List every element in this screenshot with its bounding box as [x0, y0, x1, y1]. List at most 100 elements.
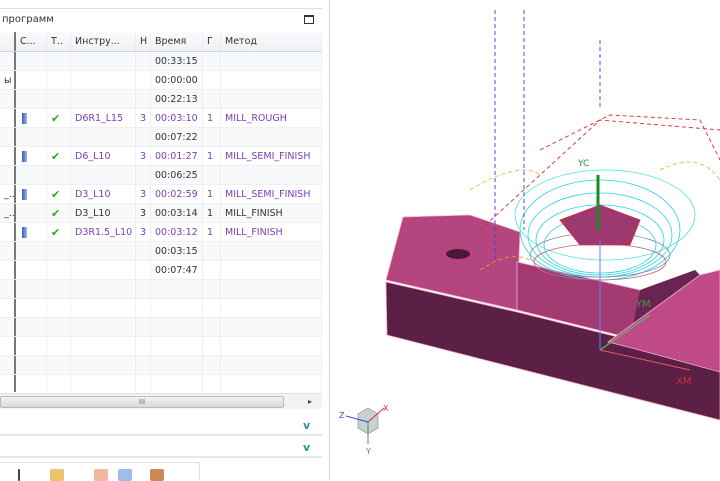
tool-status-cell — [16, 204, 47, 222]
table-row[interactable]: _... ✔ D3_L10300:03:141MILL_FINISH — [0, 204, 322, 223]
empty-cell — [136, 280, 151, 298]
geometry-icon[interactable] — [94, 469, 108, 481]
time-cell: 00:22:13 — [151, 90, 203, 108]
tool-name-cell — [71, 90, 136, 108]
column-header[interactable]: Метод — [221, 32, 322, 51]
tool-number-cell — [136, 71, 151, 89]
g-value-cell: 1 — [203, 185, 221, 203]
g-value-cell: 1 — [203, 147, 221, 165]
method-cell: MILL_FINISH — [221, 204, 322, 222]
column-header[interactable]: Т.. — [47, 32, 71, 51]
operation-name-cell — [0, 52, 16, 70]
tool-icon — [22, 189, 27, 200]
toolpath-status-cell — [47, 128, 71, 146]
tool-status-cell — [16, 128, 47, 146]
time-cell: 00:00:00 — [151, 71, 203, 89]
column-header[interactable]: Инстру... — [71, 32, 136, 51]
empty-cell — [136, 375, 151, 392]
empty-cell — [16, 299, 47, 317]
operation-name-cell — [0, 166, 16, 184]
scrollbar-thumb[interactable]: III — [0, 396, 284, 408]
scroll-right-arrow-icon[interactable]: ▸ — [308, 397, 312, 406]
tool-number-cell — [136, 90, 151, 108]
operation-name-cell — [0, 147, 16, 165]
table-row[interactable]: 00:22:13 — [0, 90, 322, 109]
method-cell: MILL_ROUGH — [221, 109, 322, 127]
g-value-cell: 1 — [203, 109, 221, 127]
g-value-cell — [203, 71, 221, 89]
table-row[interactable]: 00:33:15 — [0, 52, 322, 71]
method-cell — [221, 52, 322, 70]
empty-cell — [203, 280, 221, 298]
empty-cell — [151, 375, 203, 392]
horizontal-scrollbar[interactable]: III ▸ — [0, 393, 322, 409]
yc-label: YC — [577, 159, 589, 169]
tool-status-cell — [16, 90, 47, 108]
method-cell — [221, 242, 322, 260]
toolpath-status-cell: ✔ — [47, 185, 71, 203]
tool-number-cell — [136, 128, 151, 146]
collapsed-section-1[interactable]: v — [0, 417, 322, 436]
time-cell: 00:07:47 — [151, 261, 203, 279]
time-cell: 00:02:59 — [151, 185, 203, 203]
time-cell: 00:03:15 — [151, 242, 203, 260]
tool-icon[interactable] — [50, 469, 64, 481]
table-row[interactable]: ✔ D6R1_L15 3 00:03:10 1 MILL_ROUGH — [0, 109, 322, 128]
table-row[interactable]: _... ✔ D3_L10300:02:591MILL_SEMI_FINISH — [0, 185, 322, 204]
collapsed-section-2[interactable]: v — [0, 439, 322, 458]
table-row[interactable]: ы 00:00:00 — [0, 71, 322, 90]
empty-cell — [71, 375, 136, 392]
column-header[interactable] — [0, 32, 16, 51]
empty-cell — [151, 299, 203, 317]
tool-number-cell: 3 — [136, 109, 151, 127]
time-cell: 00:06:25 — [151, 166, 203, 184]
operation-name-cell — [0, 128, 16, 146]
workpiece-icon[interactable] — [118, 469, 132, 481]
empty-cell — [47, 337, 71, 355]
empty-cell — [47, 318, 71, 336]
method-icon[interactable] — [150, 469, 164, 481]
time-cell: 00:33:15 — [151, 52, 203, 70]
empty-cell — [221, 375, 322, 392]
empty-cell — [71, 318, 136, 336]
chevron-down-icon[interactable]: v — [303, 419, 310, 432]
empty-cell — [0, 337, 16, 355]
empty-cell — [71, 280, 136, 298]
method-cell — [221, 261, 322, 279]
time-cell: 00:07:22 — [151, 128, 203, 146]
column-header[interactable]: Время — [151, 32, 203, 51]
chevron-down-icon[interactable]: v — [303, 441, 310, 454]
tool-name-cell — [71, 128, 136, 146]
empty-cell — [151, 337, 203, 355]
time-cell: 00:03:12 — [151, 223, 203, 241]
3d-viewport[interactable]: YM XM YC Z X Y — [332, 0, 720, 480]
tool-number-cell: 3 — [136, 147, 151, 165]
maximize-icon[interactable] — [304, 15, 314, 24]
tool-name-cell: D3_L10 — [71, 204, 136, 222]
column-header[interactable]: С... — [16, 32, 47, 51]
empty-cell — [221, 280, 322, 298]
ym-label: YM — [635, 299, 651, 310]
time-cell: 00:03:10 — [151, 109, 203, 127]
table-row[interactable]: ✔ D6_L10 3 00:01:27 1 MILL_SEMI_FINISH — [0, 147, 322, 166]
operation-name-cell: ы — [0, 71, 16, 89]
tool-number-cell — [136, 166, 151, 184]
table-row[interactable]: 00:06:25 — [0, 166, 322, 185]
tool-name-cell: D3R1.5_L10 — [71, 223, 136, 241]
column-header[interactable]: Н — [136, 32, 151, 51]
operation-navigator-panel: программ С... Т.. Инстру... Н Время Г Метод 00:… — [0, 0, 330, 481]
toolpath-status-cell — [47, 242, 71, 260]
toolpath-status-cell — [47, 261, 71, 279]
empty-cell — [16, 375, 47, 392]
column-header[interactable]: Г — [203, 32, 221, 51]
table-row[interactable]: 00:07:22 — [0, 128, 322, 147]
tool-number-cell — [136, 242, 151, 260]
empty-cell — [203, 337, 221, 355]
tool-status-cell — [16, 261, 47, 279]
tool-name-cell: D6_L10 — [71, 147, 136, 165]
table-row[interactable]: ✔ D3R1.5_L10 3 00:03:12 1 MILL_FINISH — [0, 223, 322, 242]
tool-status-cell — [16, 71, 47, 89]
table-row[interactable]: 00:07:47 — [0, 261, 322, 280]
table-row[interactable]: 00:03:15 — [0, 242, 322, 261]
g-value-cell — [203, 166, 221, 184]
